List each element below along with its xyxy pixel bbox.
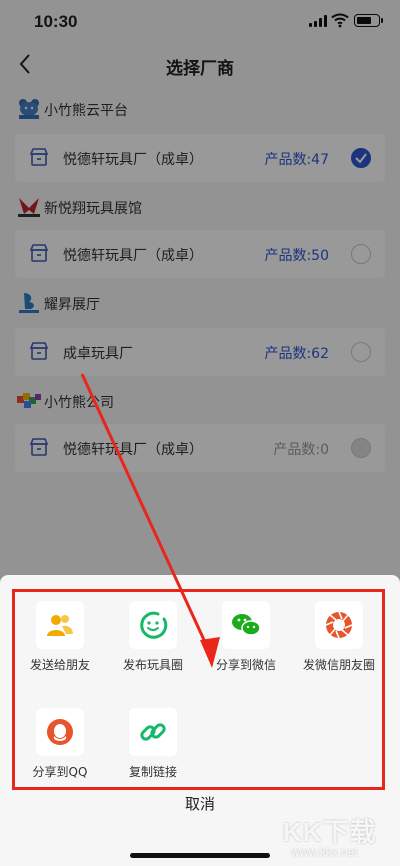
cancel-button[interactable]: 取消: [0, 793, 400, 814]
share-tile: [36, 601, 84, 649]
qq-icon: [47, 719, 73, 745]
share-tile: [315, 601, 363, 649]
share-to-qq[interactable]: 分享到QQ: [14, 708, 106, 780]
share-label: 发微信朋友圈: [302, 658, 375, 672]
share-tile: [129, 601, 177, 649]
share-tile: [36, 708, 84, 756]
wechat-icon: [232, 614, 261, 636]
share-send-to-friend[interactable]: 发送给朋友: [14, 601, 106, 673]
share-to-wechat[interactable]: 分享到微信: [200, 601, 292, 673]
watermark-main: KK下载: [283, 817, 377, 847]
moments-icon: [325, 611, 353, 639]
share-toy-circle[interactable]: 发布玩具圈: [107, 601, 199, 673]
copy-link[interactable]: 复制链接: [107, 708, 199, 780]
share-label: 分享到微信: [215, 658, 276, 672]
link-icon: [140, 723, 166, 741]
share-tile: [222, 601, 270, 649]
watermark-url: www.kkx.net: [291, 845, 358, 859]
toy-circle-icon: [140, 611, 168, 639]
share-label: 发布玩具圈: [122, 658, 183, 672]
watermark: KK下载 www.kkx.net: [283, 812, 393, 862]
share-to-moments[interactable]: 发微信朋友圈: [293, 601, 385, 673]
share-label: 复制链接: [128, 765, 177, 779]
share-label: 发送给朋友: [29, 658, 90, 672]
share-label: 分享到QQ: [32, 765, 88, 779]
share-tile: [129, 708, 177, 756]
home-indicator: [130, 853, 270, 858]
friends-icon: [47, 615, 73, 636]
